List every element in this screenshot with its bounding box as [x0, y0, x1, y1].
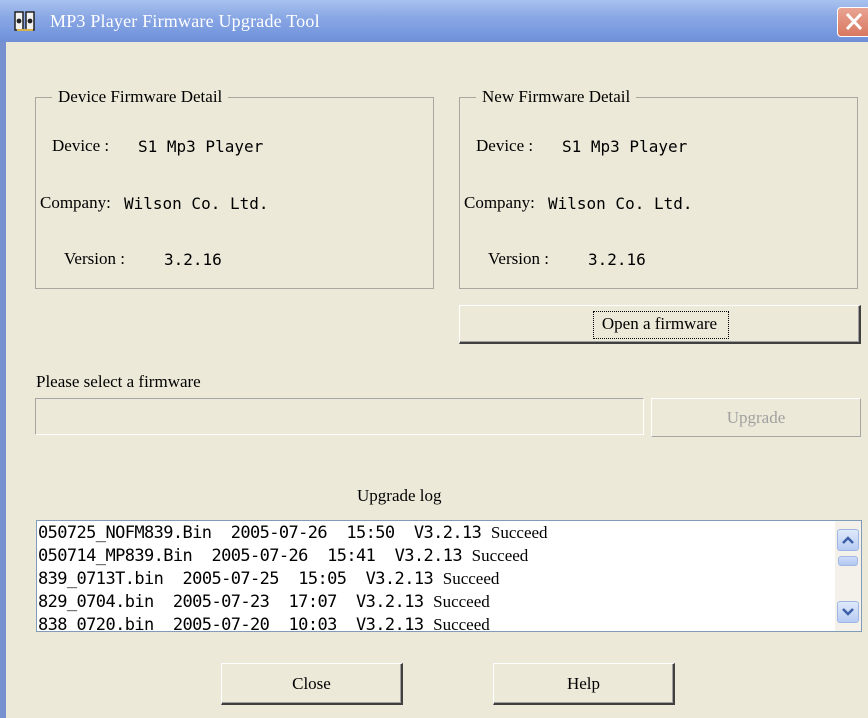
title-bar[interactable]: MP3 Player Firmware Upgrade Tool [0, 0, 868, 42]
log-time: 15:41 [327, 546, 376, 566]
log-gap [327, 523, 346, 543]
close-button[interactable]: Close [221, 663, 403, 705]
new-device-value: S1 Mp3 Player [562, 137, 688, 156]
log-file: 838_0720.bin [38, 615, 154, 632]
window-border [0, 42, 6, 718]
version-label: Version : [64, 249, 125, 268]
new-version-label: Version : [488, 249, 549, 268]
log-gap [462, 546, 472, 566]
log-status: Succeed [433, 615, 490, 632]
chevron-down-icon [842, 608, 854, 616]
log-row[interactable]: 838_0720.bin 2005-07-20 10:03 V3.2.13 Su… [37, 613, 833, 632]
log-date: 2005-07-20 [172, 615, 270, 632]
log-version: V3.2.13 [365, 569, 434, 589]
close-label: Close [292, 674, 331, 693]
scroll-up-button[interactable] [837, 529, 859, 551]
log-row[interactable]: 050714_MP839.Bin 2005-07-26 15:41 V3.2.1… [37, 544, 833, 567]
log-gap [423, 615, 433, 631]
log-file: 839_0713T.bin [38, 569, 164, 589]
log-file: 829_0704.bin [38, 592, 154, 612]
log-time: 10:03 [288, 615, 338, 632]
log-gap [154, 615, 173, 631]
new-version-value: 3.2.16 [588, 250, 646, 269]
log-gap [481, 523, 491, 543]
device-firmware-group: Device Firmware Detail Device : S1 Mp3 P… [35, 87, 434, 289]
scroll-thumb[interactable] [838, 556, 858, 566]
log-gap [269, 592, 288, 612]
log-gap [337, 615, 356, 631]
firmware-path-field[interactable] [35, 398, 644, 435]
log-gap [154, 592, 173, 612]
window-title: MP3 Player Firmware Upgrade Tool [50, 11, 320, 31]
help-label: Help [566, 674, 601, 693]
chevron-up-icon [842, 536, 854, 544]
log-status: Succeed [471, 546, 529, 565]
upgrade-label: Upgrade [726, 408, 786, 427]
open-firmware-label: Open a firmware [601, 314, 718, 333]
log-row[interactable]: 839_0713T.bin 2005-07-25 15:05 V3.2.13 S… [37, 567, 833, 590]
log-date: 2005-07-23 [172, 592, 270, 612]
log-gap [279, 569, 298, 589]
scroll-down-button[interactable] [837, 601, 859, 623]
log-date: 2005-07-25 [182, 569, 280, 589]
upgrade-log-list[interactable]: 050725_NOFM839.Bin 2005-07-26 15:50 V3.2… [36, 520, 862, 632]
version-value: 3.2.16 [164, 250, 222, 269]
upgrade-button[interactable]: Upgrade [651, 398, 861, 437]
log-time: 15:50 [346, 523, 395, 543]
log-gap [433, 569, 443, 589]
new-company-label: Company: [464, 193, 535, 212]
log-file: 050725_NOFM839.Bin [38, 523, 212, 543]
device-label: Device : [52, 136, 110, 155]
company-label: Company: [40, 193, 111, 212]
device-firmware-legend: Device Firmware Detail [52, 87, 229, 107]
log-gap [423, 592, 433, 612]
new-firmware-legend: New Firmware Detail [476, 87, 637, 107]
firmware-upgrade-window: MP3 Player Firmware Upgrade Tool Device … [0, 0, 868, 718]
log-rows: 050725_NOFM839.Bin 2005-07-26 15:50 V3.2… [37, 521, 833, 632]
log-row[interactable]: 050725_NOFM839.Bin 2005-07-26 15:50 V3.2… [37, 521, 833, 544]
log-gap [337, 592, 356, 612]
log-time: 15:05 [298, 569, 347, 589]
open-firmware-button[interactable]: Open a firmware [459, 305, 861, 344]
log-status: Succeed [490, 523, 548, 542]
log-status: Succeed [433, 592, 490, 611]
log-gap [163, 569, 182, 589]
log-file: 050714_MP839.Bin [38, 546, 193, 566]
log-version: V3.2.13 [413, 523, 482, 543]
help-button[interactable]: Help [493, 663, 675, 705]
log-scrollbar[interactable] [835, 521, 861, 631]
device-value: S1 Mp3 Player [138, 137, 264, 156]
log-gap [308, 546, 327, 566]
log-status: Succeed [442, 569, 500, 588]
close-x-icon [845, 12, 863, 31]
new-company-value: Wilson Co. Ltd. [548, 194, 693, 213]
upgrade-log-title: Upgrade log [357, 486, 442, 505]
title-close-button[interactable] [837, 7, 868, 37]
select-firmware-label: Please select a firmware [36, 372, 201, 391]
log-date: 2005-07-26 [211, 546, 308, 566]
new-device-label: Device : [476, 136, 534, 155]
log-gap [375, 546, 394, 566]
log-gap [211, 523, 230, 543]
speaker-app-icon [14, 11, 35, 31]
log-row[interactable]: 829_0704.bin 2005-07-23 17:07 V3.2.13 Su… [37, 590, 833, 613]
log-date: 2005-07-26 [230, 523, 328, 543]
log-version: V3.2.13 [356, 592, 424, 612]
log-gap [346, 569, 365, 589]
log-gap [269, 615, 288, 631]
log-gap [192, 546, 211, 566]
company-value: Wilson Co. Ltd. [124, 194, 269, 213]
log-time: 17:07 [288, 592, 338, 612]
new-firmware-group: New Firmware Detail Device : S1 Mp3 Play… [459, 87, 858, 289]
log-gap [395, 523, 414, 543]
log-version: V3.2.13 [394, 546, 463, 566]
log-version: V3.2.13 [356, 615, 424, 632]
